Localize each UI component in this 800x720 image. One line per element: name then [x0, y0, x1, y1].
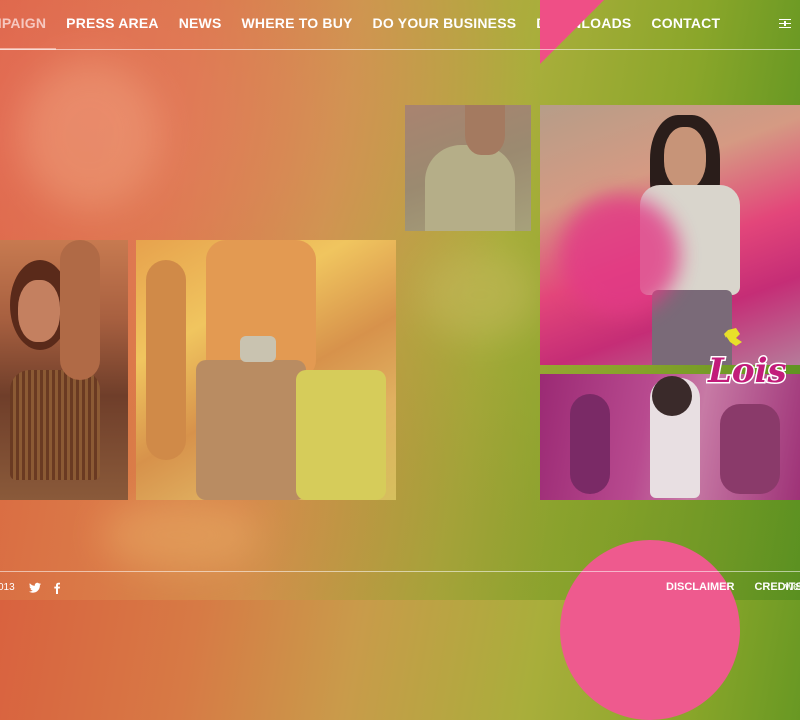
- menu-icon[interactable]: [778, 16, 792, 32]
- lois-logo-text: Lois: [707, 351, 786, 391]
- photo-figure-jeans: [296, 370, 386, 500]
- nav-item-where-to-buy[interactable]: WHERE TO BUY: [232, 14, 363, 38]
- nav-item-contact[interactable]: CONTACT: [641, 14, 730, 38]
- photo-tile-man[interactable]: [405, 105, 531, 231]
- pink-corner-decoration: [540, 0, 604, 64]
- photo-figure-neck: [465, 105, 505, 155]
- photo-figure-chest: [425, 145, 515, 231]
- nav-item-do-your-business[interactable]: DO YOUR BUSINESS: [363, 14, 527, 38]
- nav-item-news[interactable]: NEWS: [169, 14, 232, 38]
- photo-figure-face: [664, 127, 706, 189]
- photo-figure-arm: [60, 240, 100, 380]
- lois-logo[interactable]: Lois: [706, 326, 788, 406]
- footer-link-disclaimer[interactable]: DISCLAIMER: [666, 581, 734, 593]
- pink-circle-decoration: [560, 540, 740, 720]
- background-figure: [100, 500, 260, 570]
- top-navigation: MPAIGN PRESS AREA NEWS WHERE TO BUY DO Y…: [0, 0, 800, 64]
- photo-tile-couple[interactable]: [136, 240, 396, 500]
- photo-tile-woman[interactable]: [0, 240, 128, 500]
- background-figure: [20, 60, 160, 210]
- copyright-text: 013: [0, 582, 15, 593]
- web-link[interactable]: web: [785, 581, 800, 593]
- background-figure: [420, 250, 540, 340]
- photo-figure-bracelet: [240, 336, 276, 362]
- nav-menu: MPAIGN PRESS AREA NEWS WHERE TO BUY DO Y…: [0, 14, 730, 50]
- photo-figure-man: [570, 394, 610, 494]
- nav-item-press-area[interactable]: PRESS AREA: [56, 14, 169, 38]
- twitter-icon[interactable]: [28, 581, 42, 595]
- footer-divider: [0, 571, 800, 572]
- lois-logo-icon: Lois: [706, 328, 788, 393]
- nav-item-campaign[interactable]: MPAIGN: [0, 14, 57, 50]
- photo-figure-man: [720, 404, 780, 494]
- photo-figure-necklace: [10, 370, 100, 480]
- facebook-icon[interactable]: [50, 581, 64, 595]
- photo-figure-hair: [652, 376, 692, 416]
- nav-divider: [0, 49, 800, 50]
- photo-powder-cloud: [560, 195, 680, 315]
- footer: 013 DISCLAIMER CREDITS web: [0, 580, 800, 600]
- social-links: [28, 581, 64, 595]
- photo-figure-arm: [146, 260, 186, 460]
- photo-figure-face: [18, 280, 60, 342]
- footer-links: DISCLAIMER CREDITS: [666, 581, 800, 593]
- photo-figure-jeans: [196, 360, 306, 500]
